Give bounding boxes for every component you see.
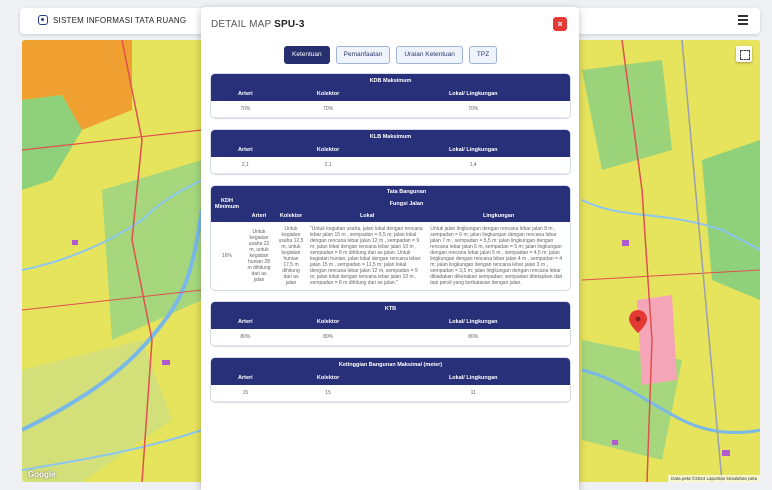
- klb-value-lokal: 1,4: [376, 157, 570, 174]
- tb-value-lokal: "Untuk kegiatan usaha, jalan lokal denga…: [310, 226, 423, 286]
- tata-bangunan-title: Tata Bangunan: [243, 186, 570, 198]
- modal-content[interactable]: KDB Maksimum Arteri Kolektor Lokal/ Ling…: [210, 73, 571, 413]
- tb-value-kolektor: Untuk kegiatan usaha 12,5 m, untuk kegia…: [278, 226, 304, 286]
- ktb-header-arteri: Arteri: [211, 315, 280, 329]
- kdb-card: KDB Maksimum Arteri Kolektor Lokal/ Ling…: [210, 73, 571, 119]
- ktb-title: KTB: [211, 302, 570, 315]
- kdb-title: KDB Maksimum: [211, 74, 570, 87]
- kdb-header-arteri: Arteri: [211, 87, 280, 101]
- kdb-header-kolektor: Kolektor: [279, 87, 377, 101]
- ketinggian-title: Ketinggian Bangunan Maksimal (meter): [211, 358, 570, 371]
- ktb-header-kolektor: Kolektor: [279, 315, 377, 329]
- ktb-value-arteri: 80%: [211, 329, 280, 346]
- detail-map-modal: DETAIL MAP SPU-3 × Ketentuan Pemanfaatan…: [201, 7, 579, 490]
- kdb-value-kolektor: 70%: [279, 101, 377, 118]
- tb-header-arteri: Arteri: [243, 210, 275, 222]
- klb-table: Arteri Kolektor Lokal/ Lingkungan 2,1 2,…: [211, 143, 570, 174]
- ktb-table: Arteri Kolektor Lokal/ Lingkungan 80% 80…: [211, 315, 570, 346]
- kdb-table: Arteri Kolektor Lokal/ Lingkungan 70% 70…: [211, 87, 570, 118]
- kdb-value-arteri: 70%: [211, 101, 280, 118]
- klb-header-kolektor: Kolektor: [279, 143, 377, 157]
- google-logo: Google: [28, 470, 56, 479]
- map-attribution[interactable]: Data peta ©2024 Laporkan kesalahan peta: [668, 475, 760, 482]
- ktb-card: KTB Arteri Kolektor Lokal/ Lingkungan 80…: [210, 301, 571, 347]
- klb-title: KLB Maksimum: [211, 130, 570, 143]
- tata-bangunan-card: KDH Minimum Tata Bangunan Fungsi Jalan A…: [210, 185, 571, 291]
- tab-pemanfaatan[interactable]: Pemanfaatan: [335, 46, 391, 64]
- tab-uraian-ketentuan[interactable]: Uraian Ketentuan: [396, 46, 463, 64]
- ketinggian-card: Ketinggian Bangunan Maksimal (meter) Art…: [210, 357, 571, 403]
- tata-bangunan-table: KDH Minimum Tata Bangunan Fungsi Jalan A…: [211, 186, 570, 290]
- kdh-header: KDH Minimum: [211, 186, 243, 222]
- app-title: SISTEM INFORMASI TATA RUANG: [53, 15, 187, 25]
- close-button[interactable]: ×: [553, 17, 567, 31]
- brand[interactable]: SISTEM INFORMASI TATA RUANG: [38, 15, 186, 25]
- hamburger-menu-icon[interactable]: [738, 15, 748, 25]
- modal-title-prefix: DETAIL MAP: [211, 19, 275, 30]
- tb-header-lingkungan: Lingkungan: [427, 210, 570, 222]
- ketinggian-header-arteri: Arteri: [211, 371, 280, 385]
- ketinggian-value-lokal: 11: [376, 385, 570, 402]
- tb-value-arteri: Untuk kegiatan usaha 22 m, untuk kegiata…: [247, 229, 271, 283]
- kdb-header-lokal: Lokal/ Lingkungan: [376, 87, 570, 101]
- modal-title-code: SPU-3: [274, 19, 305, 30]
- klb-card: KLB Maksimum Arteri Kolektor Lokal/ Ling…: [210, 129, 571, 175]
- klb-value-arteri: 2,1: [211, 157, 280, 174]
- ketinggian-header-kolektor: Kolektor: [279, 371, 377, 385]
- kdb-value-lokal: 70%: [376, 101, 570, 118]
- ketinggian-header-lokal: Lokal/ Lingkungan: [376, 371, 570, 385]
- tab-ketentuan[interactable]: Ketentuan: [284, 46, 330, 64]
- map-pin-logo-icon: [38, 15, 48, 25]
- ketinggian-value-kolektor: 15: [279, 385, 377, 402]
- tb-header-kolektor: Kolektor: [275, 210, 307, 222]
- fungsi-jalan-header: Fungsi Jalan: [243, 198, 570, 210]
- ketinggian-value-arteri: 15: [211, 385, 280, 402]
- tab-tpz[interactable]: TPZ: [468, 46, 498, 64]
- klb-header-arteri: Arteri: [211, 143, 280, 157]
- tb-value-lingkungan: Untuk jalan lingkungan dengan rencana le…: [430, 226, 563, 286]
- fullscreen-icon[interactable]: [736, 46, 752, 62]
- ktb-value-kolektor: 80%: [279, 329, 377, 346]
- ktb-header-lokal: Lokal/ Lingkungan: [376, 315, 570, 329]
- modal-title: DETAIL MAP SPU-3: [211, 19, 305, 30]
- ketinggian-table: Arteri Kolektor Lokal/ Lingkungan 15 15 …: [211, 371, 570, 402]
- klb-header-lokal: Lokal/ Lingkungan: [376, 143, 570, 157]
- klb-value-kolektor: 2,1: [279, 157, 377, 174]
- ktb-value-lokal: 80%: [376, 329, 570, 346]
- kdh-value: 16%: [221, 253, 232, 259]
- tab-bar: Ketentuan Pemanfaatan Uraian Ketentuan T…: [284, 46, 498, 64]
- tb-header-lokal: Lokal: [307, 210, 428, 222]
